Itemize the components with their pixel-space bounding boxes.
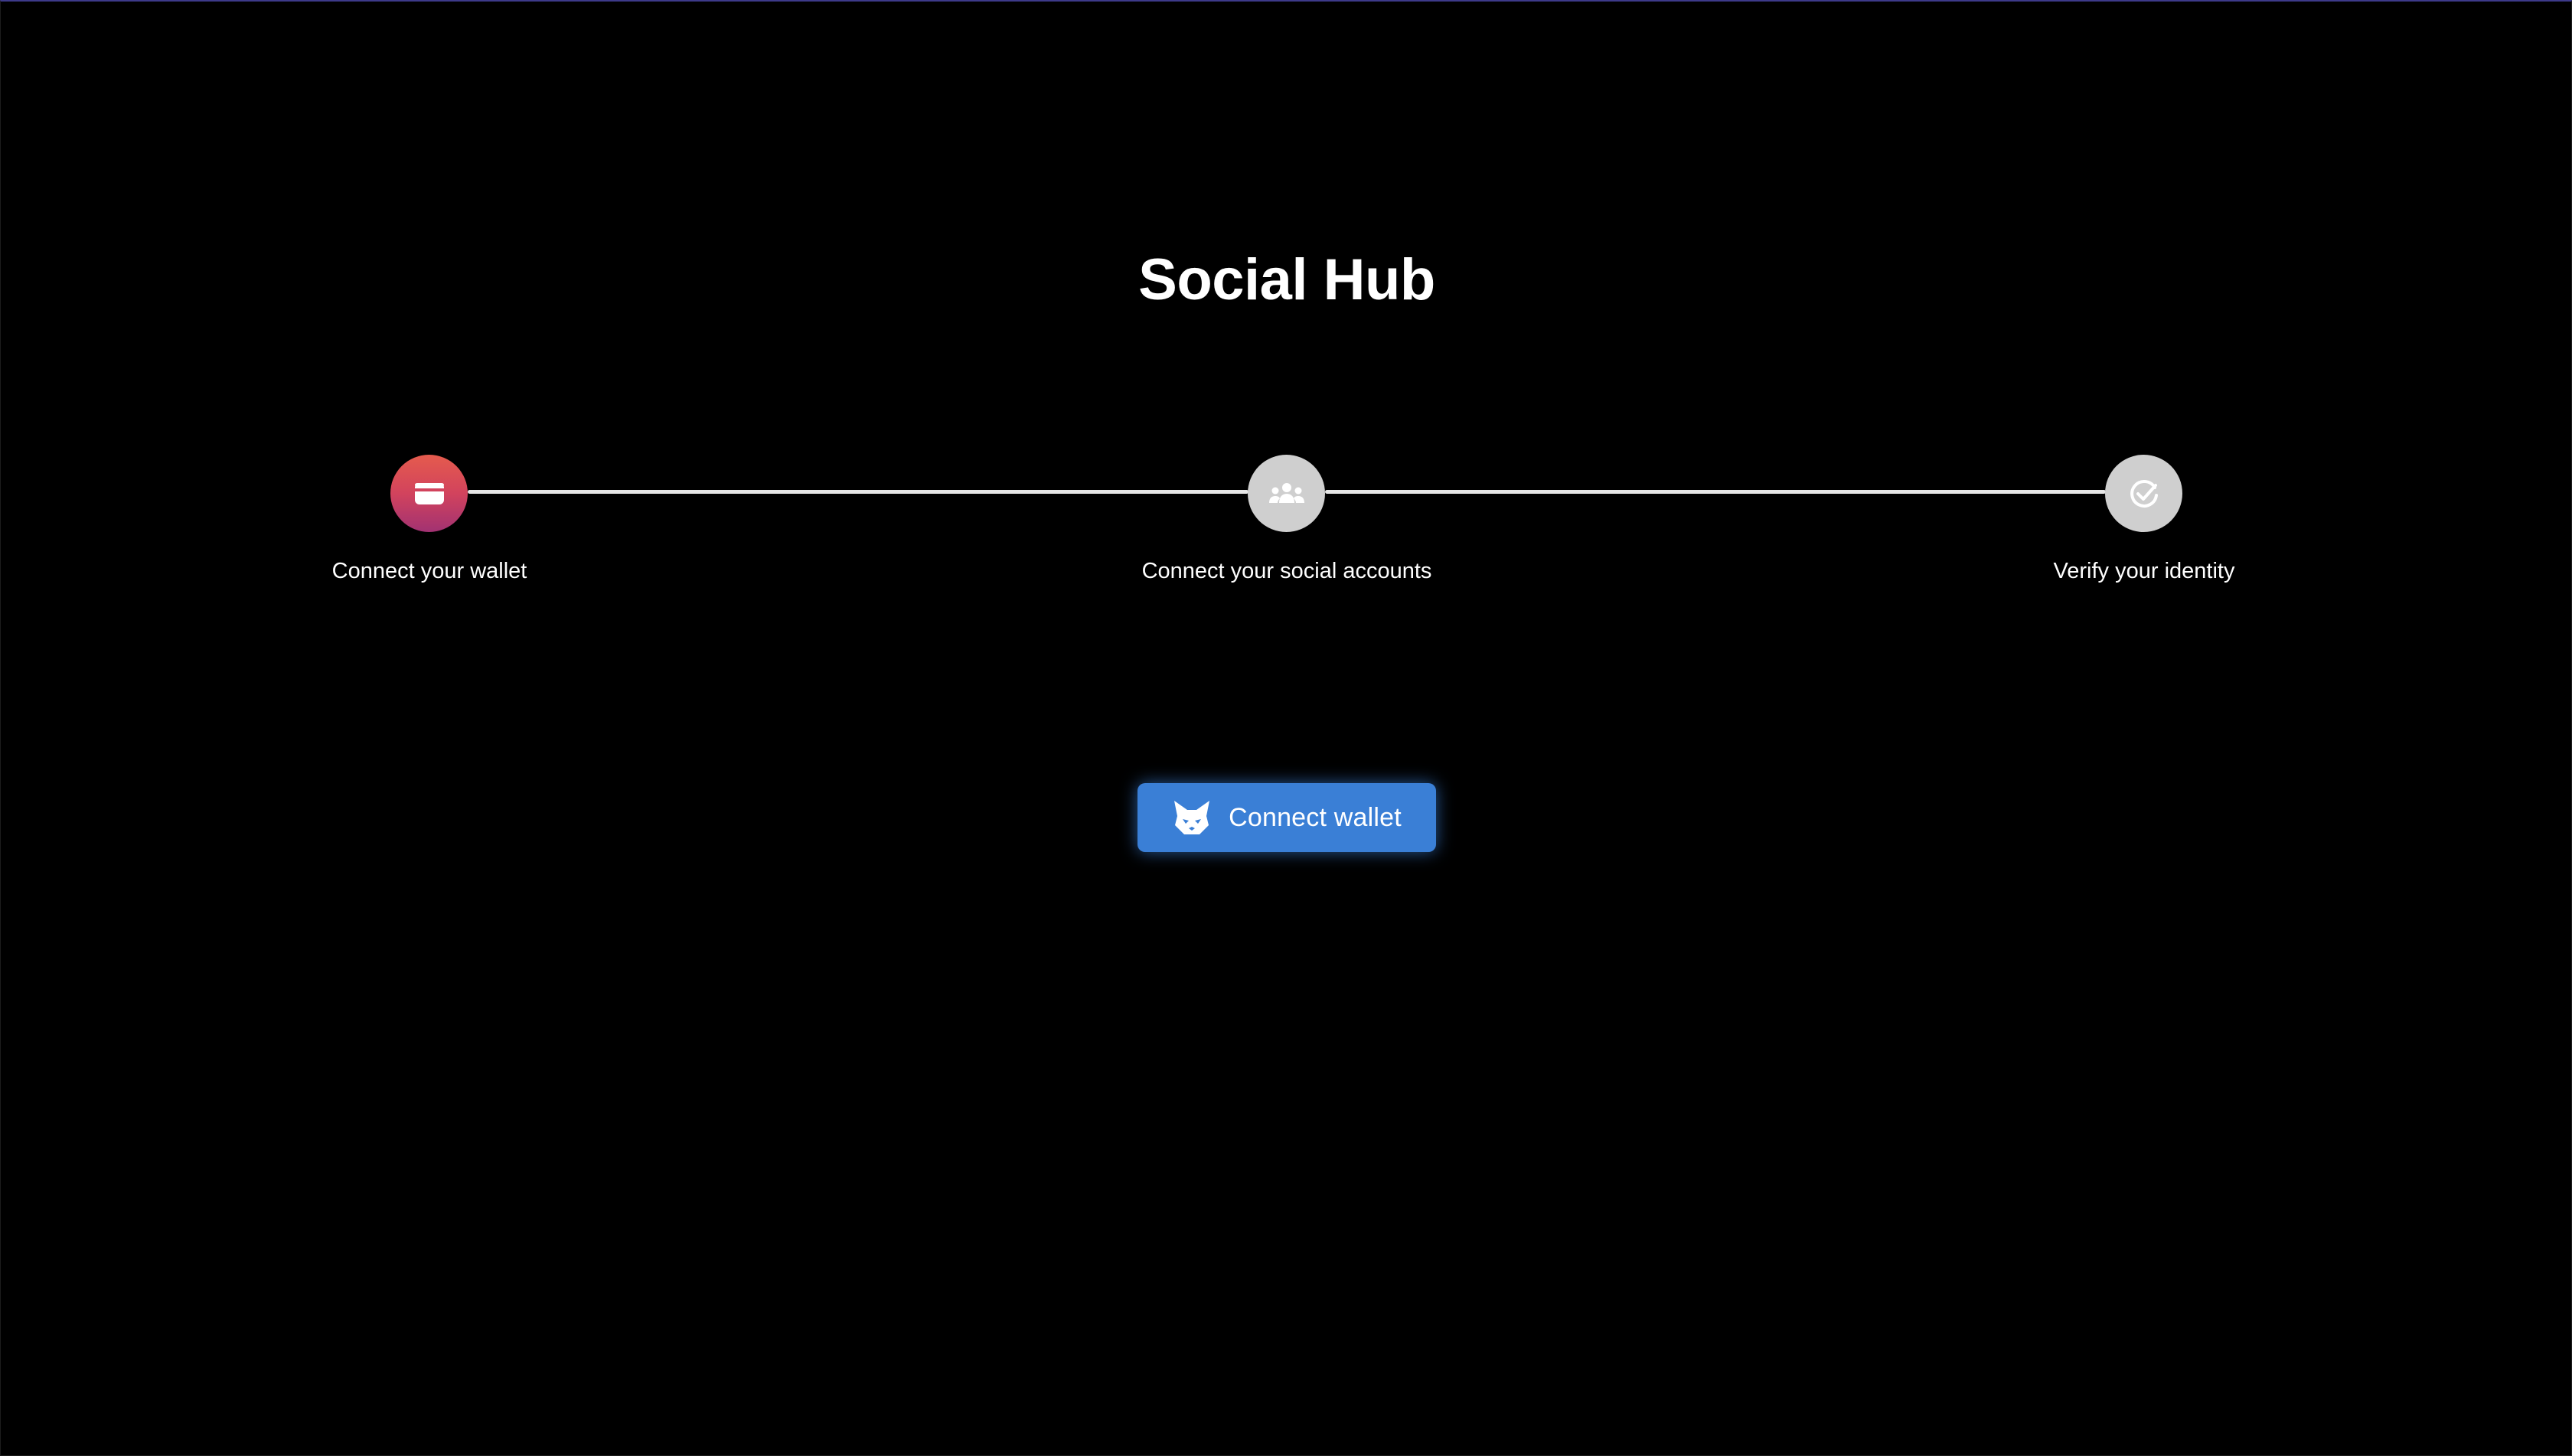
step-connector-1 [468, 490, 1248, 494]
step-connector-2 [1325, 490, 2106, 494]
page: Social Hub Connect your wallet Connect y… [0, 0, 2572, 1456]
connect-wallet-button[interactable]: Connect wallet [1137, 783, 1436, 852]
wallet-icon [414, 481, 445, 507]
step-3-label: Verify your identity [2053, 559, 2235, 583]
step-2-indicator[interactable] [1248, 455, 1325, 532]
step-3-indicator[interactable] [2105, 455, 2182, 532]
onboarding-stepper: Connect your wallet Connect your social … [1, 2, 2572, 690]
step-1-label: Connect your wallet [331, 559, 527, 583]
connect-wallet-label: Connect wallet [1229, 802, 1402, 832]
step-2-label: Connect your social accounts [1141, 559, 1432, 583]
step-1-indicator[interactable] [390, 455, 468, 532]
group-icon [1267, 482, 1307, 505]
fox-icon [1172, 799, 1212, 836]
check-circle-icon [2127, 477, 2161, 511]
